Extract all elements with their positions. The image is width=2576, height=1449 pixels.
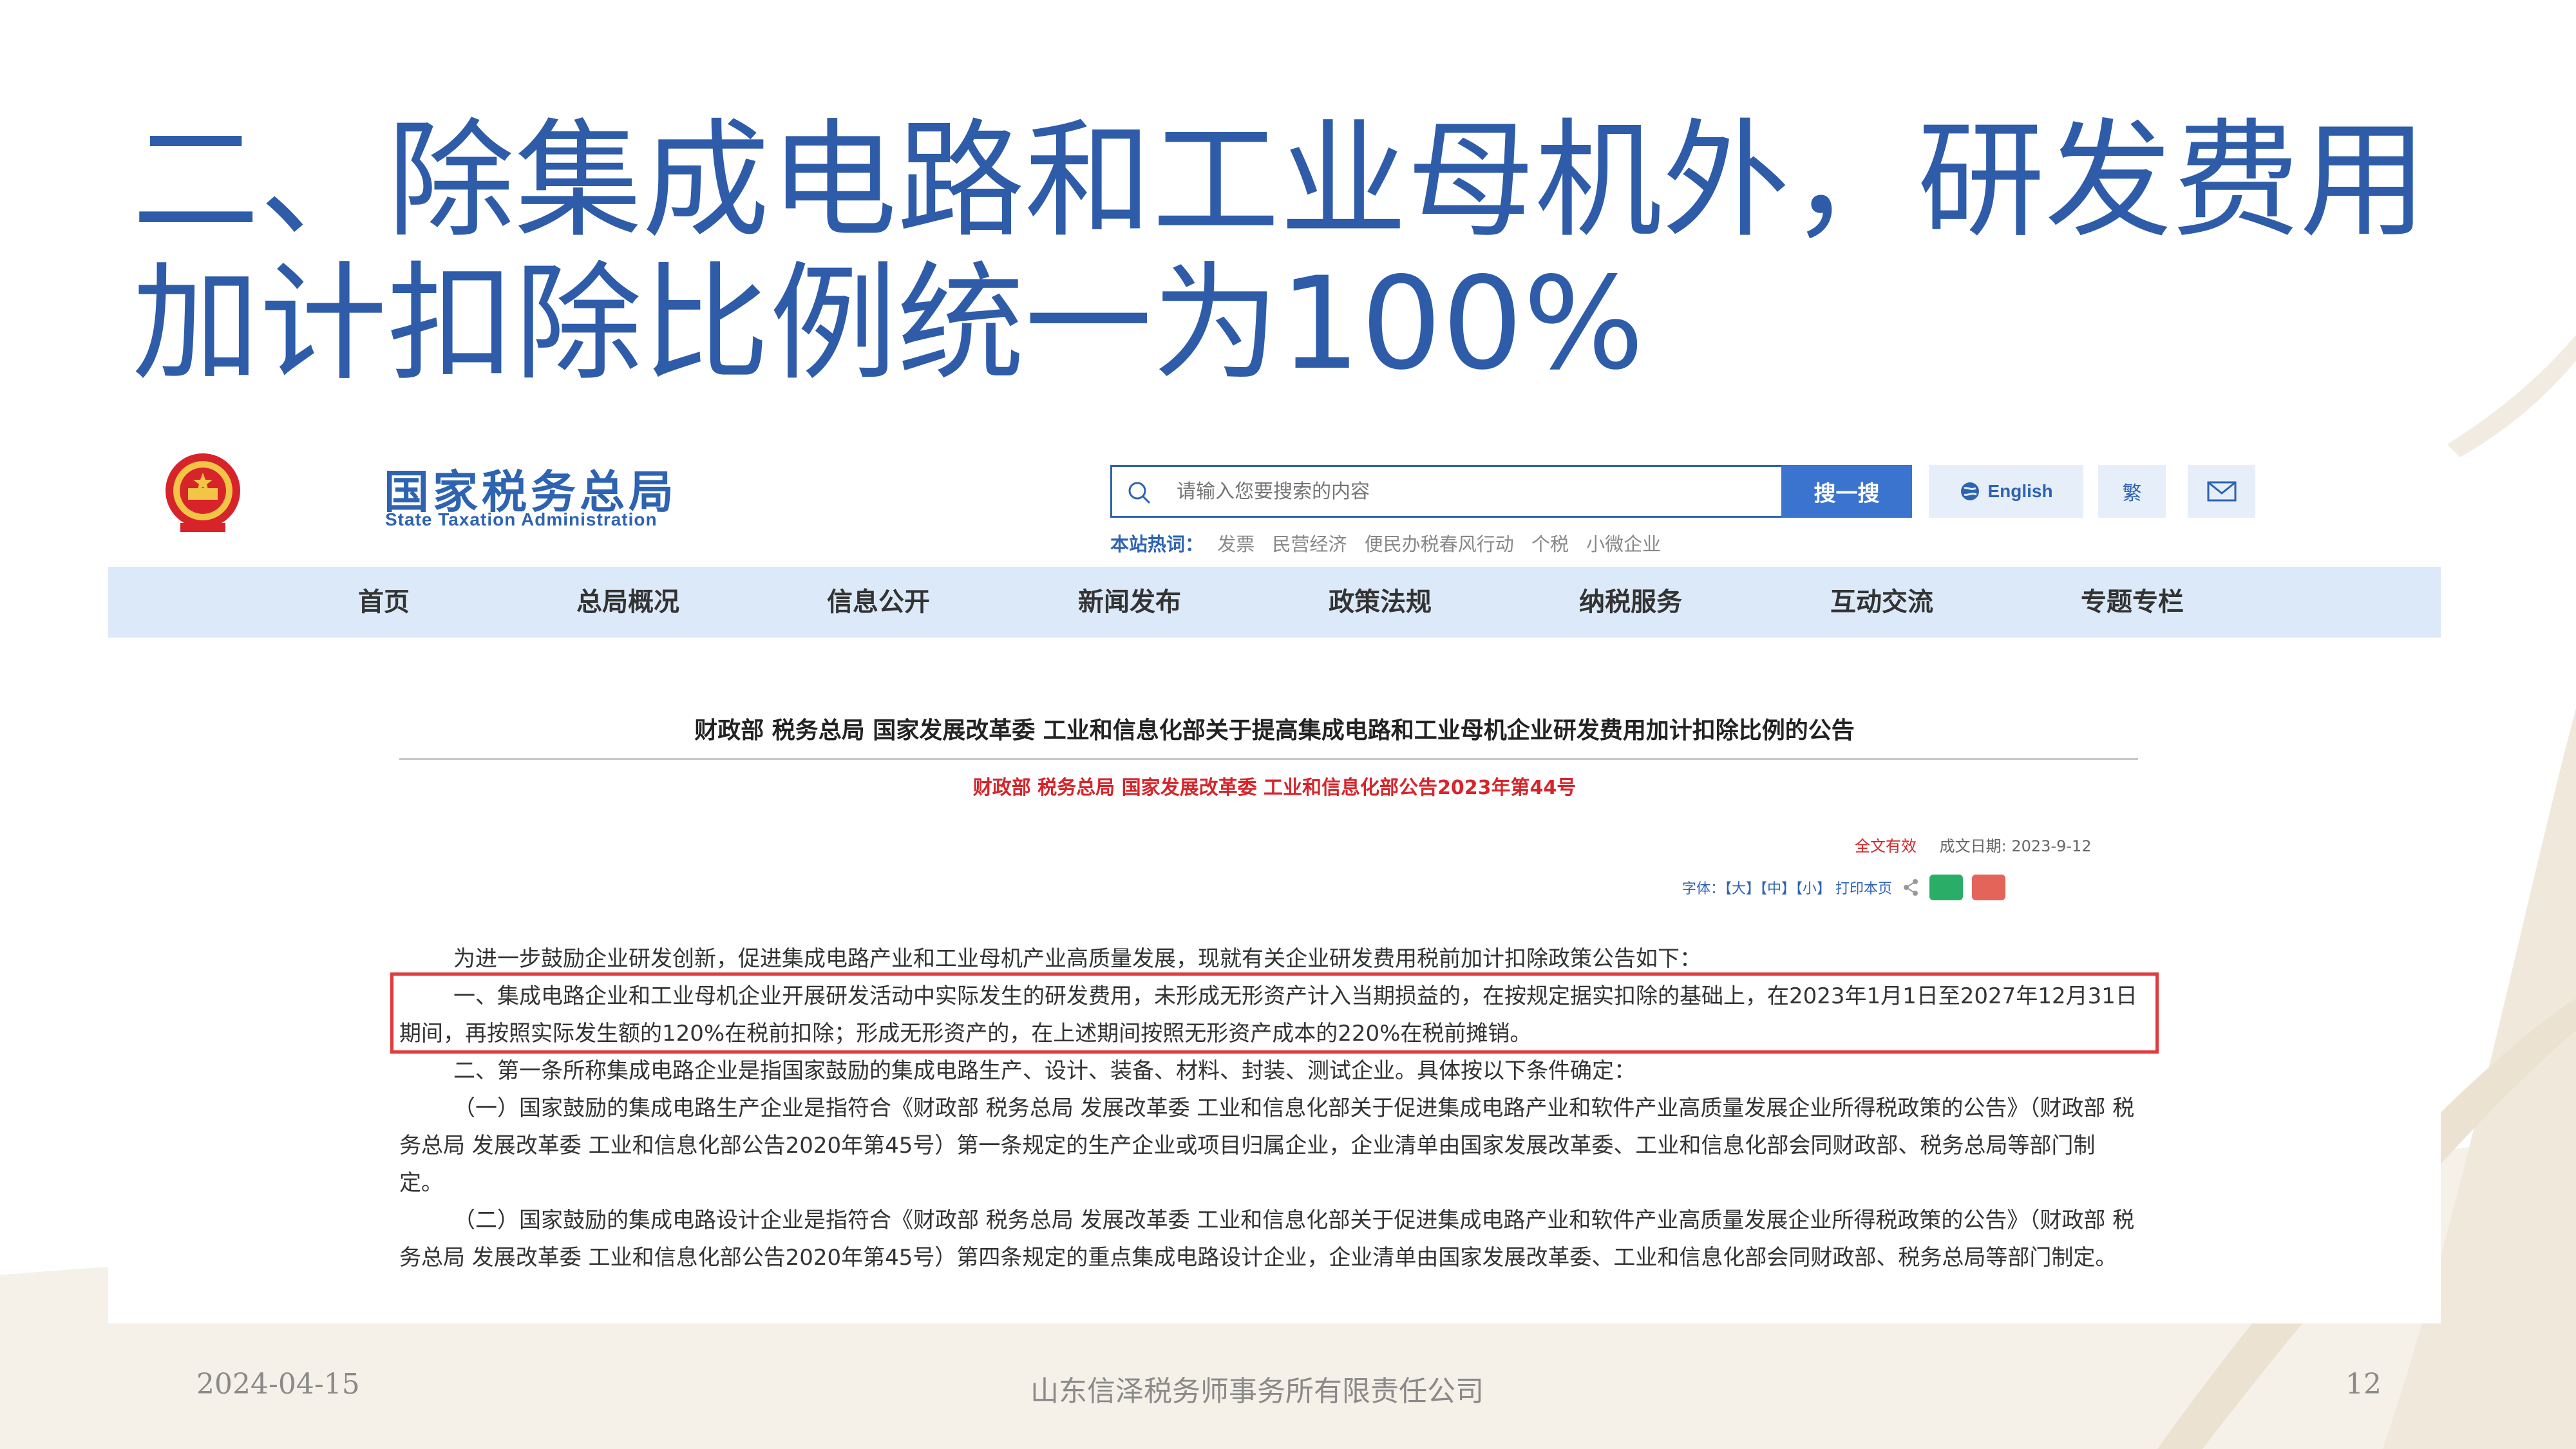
wechat-share-icon[interactable] <box>1929 875 1963 900</box>
globe-icon <box>1961 482 1980 500</box>
footer-company: 山东信泽税务师事务所有限责任公司 <box>1030 1375 1484 1408</box>
hot-word-link[interactable]: 个税 <box>1531 533 1569 555</box>
weibo-share-icon[interactable] <box>1972 875 2005 900</box>
slide-title: 二、除集成电路和工业母机外，研发费用 加计扣除比例统一为100% <box>132 106 2427 398</box>
search-box <box>1110 465 1781 518</box>
document-number: 财政部 税务总局 国家发展改革委 工业和信息化部公告2023年第44号 <box>972 777 1577 799</box>
search-icon <box>1128 482 1151 504</box>
nav-item-disclosure[interactable]: 信息公开 <box>827 567 930 638</box>
hot-word-link[interactable]: 小微企业 <box>1586 533 1661 555</box>
nav-item-policy[interactable]: 政策法规 <box>1329 567 1432 638</box>
page-number: 12 <box>2345 1368 2382 1401</box>
english-label: English <box>1987 481 2053 501</box>
document-date: 2023-9-12 <box>2011 837 2092 855</box>
document-title: 财政部 税务总局 国家发展改革委 工业和信息化部关于提高集成电路和工业母机企业研… <box>694 717 1855 744</box>
nav-item-interaction[interactable]: 互动交流 <box>1830 567 1933 638</box>
main-nav: 首页 总局概况 信息公开 新闻发布 政策法规 纳税服务 互动交流 专题专栏 <box>108 567 2441 638</box>
highlight-box <box>390 972 2159 1054</box>
title-divider <box>399 758 2138 760</box>
nav-item-news[interactable]: 新闻发布 <box>1078 567 1181 638</box>
document-meta: 全文有效 成文日期: 2023-9-12 <box>1855 833 2092 856</box>
english-button[interactable]: English <box>1929 465 2083 518</box>
hot-words: 本站热词： 发票 民营经济 便民办税春风行动 个税 小微企业 <box>1110 529 1672 556</box>
mail-icon <box>2207 481 2236 502</box>
search-input[interactable] <box>1177 467 1769 516</box>
mail-button[interactable] <box>2188 465 2255 518</box>
search-button[interactable]: 搜一搜 <box>1781 465 1912 518</box>
validity-status: 全文有效 <box>1855 837 1917 855</box>
national-emblem-icon <box>166 453 240 532</box>
document-tools: 字体：【大】【中】【小】 打印本页 <box>1682 875 2005 900</box>
nav-item-topics[interactable]: 专题专栏 <box>2081 567 2184 638</box>
site-name-english: State Taxation Administration <box>385 509 658 529</box>
nav-item-overview[interactable]: 总局概况 <box>576 567 679 638</box>
paragraph-item-2: （二）国家鼓励的集成电路设计企业是指符合《财政部 税务总局 发展改革委 工业和信… <box>399 1208 2135 1271</box>
slide-title-line-1: 二、除集成电路和工业母机外，研发费用 <box>132 106 2427 255</box>
traditional-chinese-button[interactable]: 繁 <box>2098 465 2166 518</box>
hot-word-link[interactable]: 便民办税春风行动 <box>1365 533 1514 555</box>
date-label: 成文日期: <box>1939 837 2007 855</box>
font-size-print-tools[interactable]: 字体：【大】【中】【小】 打印本页 <box>1682 877 1892 898</box>
hot-words-label: 本站热词： <box>1110 533 1204 555</box>
hot-word-link[interactable]: 民营经济 <box>1272 533 1347 555</box>
hot-word-link[interactable]: 发票 <box>1217 533 1255 555</box>
paragraph-article-2: 二、第一条所称集成电路企业是指国家鼓励的集成电路生产、设计、装备、材料、封装、测… <box>453 1058 1636 1084</box>
footer-date: 2024-04-15 <box>196 1368 360 1401</box>
nav-item-service[interactable]: 纳税服务 <box>1579 567 1682 638</box>
paragraph-item-1: （一）国家鼓励的集成电路生产企业是指符合《财政部 税务总局 发展改革委 工业和信… <box>399 1095 2135 1196</box>
share-icon[interactable] <box>1901 878 1920 897</box>
nav-item-home[interactable]: 首页 <box>358 567 410 638</box>
slide-title-line-2: 加计扣除比例统一为100% <box>132 249 1645 398</box>
